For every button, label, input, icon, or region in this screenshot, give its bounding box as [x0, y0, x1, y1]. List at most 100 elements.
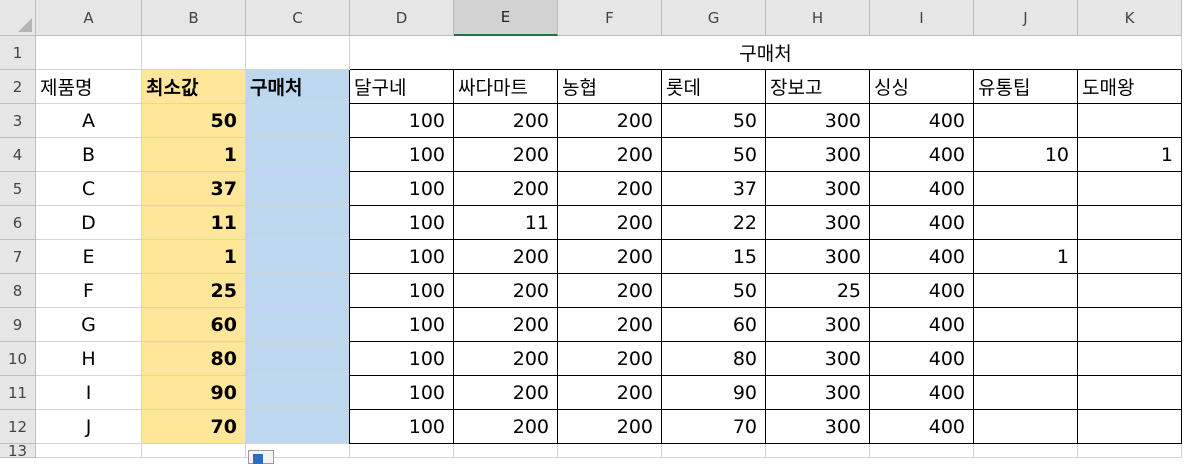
cell-e3[interactable]: 200	[454, 104, 558, 138]
cell-k12[interactable]	[1078, 410, 1182, 444]
cell-a12[interactable]: J	[36, 410, 142, 444]
cell-a6[interactable]: D	[36, 206, 142, 240]
cell-k9[interactable]	[1078, 308, 1182, 342]
cell-k11[interactable]	[1078, 376, 1182, 410]
cell-i10[interactable]: 400	[870, 342, 974, 376]
cell-e12[interactable]: 200	[454, 410, 558, 444]
cell-f3[interactable]: 200	[558, 104, 662, 138]
cell-h10[interactable]: 300	[766, 342, 870, 376]
cell-i8[interactable]: 400	[870, 274, 974, 308]
cell-d4[interactable]: 100	[350, 138, 454, 172]
cell-f6[interactable]: 200	[558, 206, 662, 240]
cell-a5[interactable]: C	[36, 172, 142, 206]
cell-h5[interactable]: 300	[766, 172, 870, 206]
cell-h13[interactable]	[766, 444, 870, 458]
cell-d6[interactable]: 100	[350, 206, 454, 240]
cell-h9[interactable]: 300	[766, 308, 870, 342]
merged-title-cell[interactable]: 구매처	[350, 36, 1182, 70]
cell-i13[interactable]	[870, 444, 974, 458]
cell-d7[interactable]: 100	[350, 240, 454, 274]
cell-j4[interactable]: 10	[974, 138, 1078, 172]
cell-a10[interactable]: H	[36, 342, 142, 376]
row-header-11[interactable]: 11	[0, 376, 36, 410]
cell-g9[interactable]: 60	[662, 308, 766, 342]
column-header-j[interactable]: J	[974, 0, 1078, 36]
cell-e6[interactable]: 11	[454, 206, 558, 240]
cell-k13[interactable]	[1078, 444, 1182, 458]
cell-a2[interactable]: 제품명	[36, 70, 142, 104]
cell-e10[interactable]: 200	[454, 342, 558, 376]
cell-k6[interactable]	[1078, 206, 1182, 240]
cell-g4[interactable]: 50	[662, 138, 766, 172]
cell-a7[interactable]: E	[36, 240, 142, 274]
cell-i11[interactable]: 400	[870, 376, 974, 410]
cell-g3[interactable]: 50	[662, 104, 766, 138]
cell-b9[interactable]: 60	[142, 308, 246, 342]
cell-f11[interactable]: 200	[558, 376, 662, 410]
cell-a1[interactable]	[36, 36, 142, 70]
cell-i4[interactable]: 400	[870, 138, 974, 172]
row-header-9[interactable]: 9	[0, 308, 36, 342]
column-header-e[interactable]: E	[454, 0, 558, 36]
row-header-5[interactable]: 5	[0, 172, 36, 206]
cell-j10[interactable]	[974, 342, 1078, 376]
cell-b10[interactable]: 80	[142, 342, 246, 376]
cell-j3[interactable]	[974, 104, 1078, 138]
cell-c4[interactable]	[246, 138, 350, 172]
row-header-3[interactable]: 3	[0, 104, 36, 138]
cell-h12[interactable]: 300	[766, 410, 870, 444]
cell-h8[interactable]: 25	[766, 274, 870, 308]
cell-b3[interactable]: 50	[142, 104, 246, 138]
column-header-c[interactable]: C	[246, 0, 350, 36]
cell-b12[interactable]: 70	[142, 410, 246, 444]
select-all-corner-icon[interactable]	[0, 0, 36, 36]
cell-i6[interactable]: 400	[870, 206, 974, 240]
cell-e13[interactable]	[454, 444, 558, 458]
cell-d2[interactable]: 달구네	[350, 70, 454, 104]
cell-e11[interactable]: 200	[454, 376, 558, 410]
cell-d11[interactable]: 100	[350, 376, 454, 410]
cell-i3[interactable]: 400	[870, 104, 974, 138]
row-header-13[interactable]: 13	[0, 442, 36, 460]
cell-j7[interactable]: 1	[974, 240, 1078, 274]
cell-f9[interactable]: 200	[558, 308, 662, 342]
cell-b13[interactable]	[142, 444, 246, 458]
cell-e5[interactable]: 200	[454, 172, 558, 206]
cell-c2[interactable]: 구매처	[246, 70, 350, 104]
cell-e8[interactable]: 200	[454, 274, 558, 308]
cell-g6[interactable]: 22	[662, 206, 766, 240]
column-header-h[interactable]: H	[766, 0, 870, 36]
cell-c10[interactable]	[246, 342, 350, 376]
cell-c3[interactable]	[246, 104, 350, 138]
cell-a8[interactable]: F	[36, 274, 142, 308]
cell-k2[interactable]: 도매왕	[1078, 70, 1182, 104]
column-header-a[interactable]: A	[36, 0, 142, 36]
cell-g5[interactable]: 37	[662, 172, 766, 206]
column-header-g[interactable]: G	[662, 0, 766, 36]
cell-k5[interactable]	[1078, 172, 1182, 206]
cell-k7[interactable]	[1078, 240, 1182, 274]
cell-f12[interactable]: 200	[558, 410, 662, 444]
cell-h3[interactable]: 300	[766, 104, 870, 138]
cell-c8[interactable]	[246, 274, 350, 308]
column-header-b[interactable]: B	[142, 0, 246, 36]
cell-b11[interactable]: 90	[142, 376, 246, 410]
cell-j13[interactable]	[974, 444, 1078, 458]
row-header-10[interactable]: 10	[0, 342, 36, 376]
cell-a3[interactable]: A	[36, 104, 142, 138]
cell-d5[interactable]: 100	[350, 172, 454, 206]
cell-j5[interactable]	[974, 172, 1078, 206]
cell-c9[interactable]	[246, 308, 350, 342]
cell-c7[interactable]	[246, 240, 350, 274]
cell-e2[interactable]: 싸다마트	[454, 70, 558, 104]
row-header-7[interactable]: 7	[0, 240, 36, 274]
cell-h11[interactable]: 300	[766, 376, 870, 410]
cell-i5[interactable]: 400	[870, 172, 974, 206]
cell-j11[interactable]	[974, 376, 1078, 410]
cell-b5[interactable]: 37	[142, 172, 246, 206]
cell-k10[interactable]	[1078, 342, 1182, 376]
cell-f10[interactable]: 200	[558, 342, 662, 376]
cell-b7[interactable]: 1	[142, 240, 246, 274]
cell-k3[interactable]	[1078, 104, 1182, 138]
cell-h6[interactable]: 300	[766, 206, 870, 240]
